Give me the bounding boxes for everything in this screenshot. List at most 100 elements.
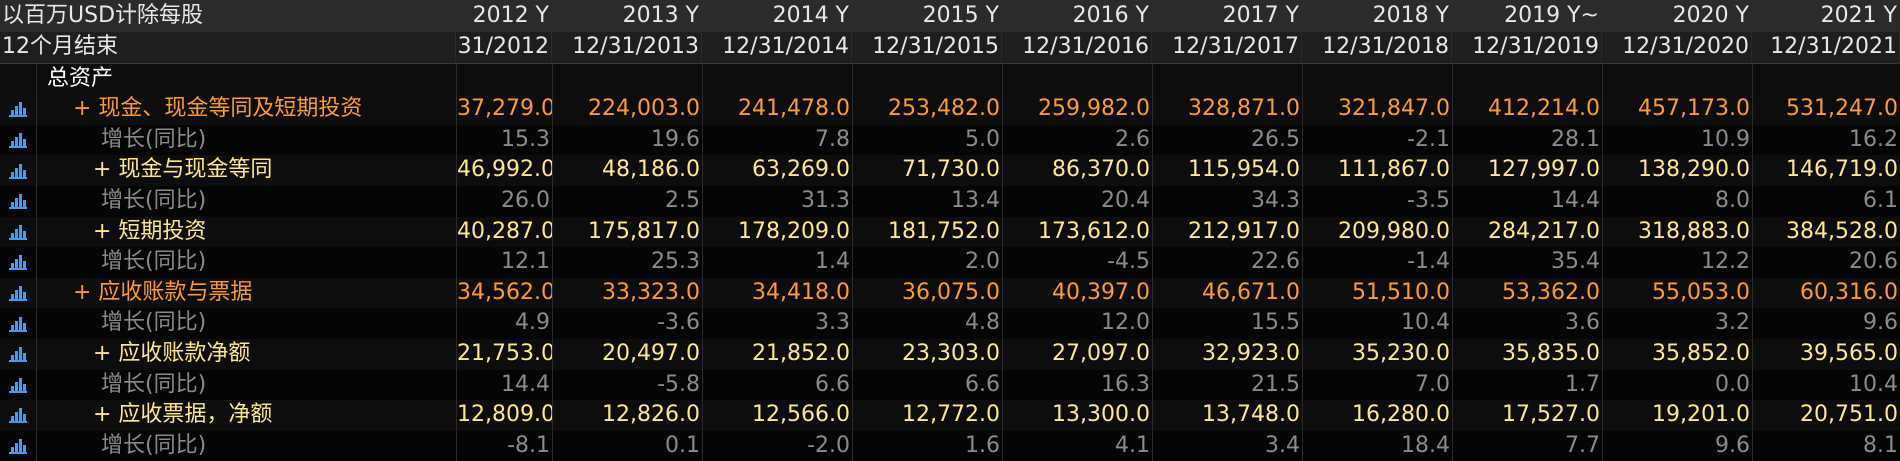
value-cell[interactable]: 2.5 bbox=[553, 185, 703, 217]
value-cell[interactable]: 35,852.0 bbox=[1603, 338, 1753, 370]
value-cell[interactable]: 2.6 bbox=[1003, 124, 1153, 156]
chart-bar-icon[interactable] bbox=[0, 308, 37, 339]
year-header-4[interactable]: 2016 Y bbox=[1002, 0, 1152, 32]
value-cell[interactable]: -1.4 bbox=[1303, 247, 1453, 278]
value-cell[interactable]: 318,883.0 bbox=[1603, 216, 1753, 248]
value-cell[interactable]: 284,217.0 bbox=[1453, 216, 1603, 248]
year-header-0[interactable]: 2012 Y bbox=[456, 0, 552, 32]
value-cell[interactable]: 7.8 bbox=[703, 124, 853, 156]
value-cell[interactable]: 5.0 bbox=[853, 124, 1003, 156]
value-cell[interactable]: 4.8 bbox=[853, 308, 1003, 339]
table-row[interactable]: 增长(同比) 26.0 2.5 31.3 13.4 20.4 34.3 -3.5 14.4 8.0… bbox=[0, 185, 1900, 217]
value-cell[interactable]: -5.8 bbox=[553, 369, 703, 401]
value-cell[interactable]: 1.7 bbox=[1453, 369, 1603, 401]
value-cell[interactable]: 34,562.0 bbox=[457, 277, 553, 309]
value-cell[interactable]: 10.9 bbox=[1603, 124, 1753, 156]
chart-bar-icon[interactable] bbox=[0, 94, 37, 125]
value-cell[interactable]: 23,303.0 bbox=[853, 338, 1003, 370]
value-cell[interactable]: 35.4 bbox=[1453, 247, 1603, 278]
table-row[interactable]: + 应收账款与票据 34,562.0 33,323.0 34,418.0 36,075.… bbox=[0, 277, 1900, 309]
value-cell[interactable]: 12,566.0 bbox=[703, 400, 853, 431]
table-row[interactable]: + 应收账款净额 21,753.0 20,497.0 21,852.0 23,303.0… bbox=[0, 338, 1900, 370]
value-cell[interactable]: 212,917.0 bbox=[1153, 216, 1303, 248]
value-cell[interactable]: 10.4 bbox=[1303, 308, 1453, 339]
value-cell[interactable]: 51,510.0 bbox=[1303, 277, 1453, 309]
value-cell[interactable]: 35,835.0 bbox=[1453, 338, 1603, 370]
table-row[interactable]: 增长(同比) 14.4 -5.8 6.6 6.6 16.3 21.5 7.0 1.7 0.0 10.… bbox=[0, 369, 1900, 401]
table-row[interactable]: + 现金与现金等同 46,992.0 48,186.0 63,269.0 71,730.… bbox=[0, 155, 1900, 186]
value-cell[interactable]: -2.0 bbox=[703, 430, 853, 461]
value-cell[interactable]: 13.4 bbox=[853, 185, 1003, 217]
value-cell[interactable]: 0.0 bbox=[1603, 369, 1753, 401]
value-cell[interactable]: 13,748.0 bbox=[1153, 400, 1303, 431]
value-cell[interactable]: 55,053.0 bbox=[1603, 277, 1753, 309]
value-cell[interactable]: 12,772.0 bbox=[853, 400, 1003, 431]
value-cell[interactable]: 146,719.0 bbox=[1753, 155, 1900, 186]
value-cell[interactable]: 71,730.0 bbox=[853, 155, 1003, 186]
value-cell[interactable]: 17,527.0 bbox=[1453, 400, 1603, 431]
value-cell[interactable]: 7.0 bbox=[1303, 369, 1453, 401]
value-cell[interactable]: 20,751.0 bbox=[1753, 400, 1900, 431]
value-cell[interactable]: 3.3 bbox=[703, 308, 853, 339]
value-cell[interactable]: 1.4 bbox=[703, 247, 853, 278]
chart-bar-icon[interactable] bbox=[0, 277, 37, 309]
value-cell[interactable]: 39,565.0 bbox=[1753, 339, 1900, 370]
value-cell[interactable]: 20.6 bbox=[1753, 247, 1900, 278]
table-row[interactable]: + 现金、现金等同及短期投资 37,279.0 224,003.0 241,478.0… bbox=[0, 94, 1900, 125]
value-cell[interactable]: 253,482.0 bbox=[853, 94, 1003, 125]
chart-bar-icon[interactable] bbox=[0, 124, 37, 156]
value-cell[interactable]: 12.2 bbox=[1603, 247, 1753, 278]
chart-bar-icon[interactable] bbox=[0, 430, 37, 461]
value-cell[interactable]: -3.6 bbox=[553, 308, 703, 339]
line-item-label[interactable]: + 现金与现金等同 bbox=[37, 155, 457, 186]
table-row[interactable]: + 应收票据，净额 12,809.0 12,826.0 12,566.0 12,772.… bbox=[0, 400, 1900, 431]
value-cell[interactable]: 10.4 bbox=[1753, 370, 1900, 401]
year-header-6[interactable]: 2018 Y bbox=[1302, 0, 1452, 32]
value-cell[interactable]: 19,201.0 bbox=[1603, 400, 1753, 431]
value-cell[interactable]: 40,397.0 bbox=[1003, 277, 1153, 309]
value-cell[interactable]: 28.1 bbox=[1453, 124, 1603, 156]
value-cell[interactable]: 14.4 bbox=[1453, 185, 1603, 217]
value-cell[interactable]: 175,817.0 bbox=[553, 216, 703, 248]
value-cell[interactable]: 48,186.0 bbox=[553, 155, 703, 186]
value-cell[interactable]: 16.2 bbox=[1753, 125, 1900, 156]
value-cell[interactable]: 46,992.0 bbox=[457, 155, 553, 186]
chart-bar-icon[interactable] bbox=[0, 400, 37, 431]
value-cell[interactable]: 46,671.0 bbox=[1153, 277, 1303, 309]
value-cell[interactable]: 224,003.0 bbox=[553, 94, 703, 125]
value-cell[interactable]: 6.6 bbox=[703, 369, 853, 401]
value-cell[interactable]: 20,497.0 bbox=[553, 338, 703, 370]
value-cell[interactable]: 35,230.0 bbox=[1303, 338, 1453, 370]
value-cell[interactable]: 457,173.0 bbox=[1603, 94, 1753, 125]
value-cell[interactable]: 14.4 bbox=[457, 369, 553, 401]
value-cell[interactable]: 6.6 bbox=[853, 369, 1003, 401]
value-cell[interactable]: 9.6 bbox=[1753, 308, 1900, 339]
value-cell[interactable]: 7.7 bbox=[1453, 430, 1603, 461]
table-row[interactable]: 增长(同比) 4.9 -3.6 3.3 4.8 12.0 15.5 10.4 3.6 3.2 9.6 bbox=[0, 308, 1900, 339]
chart-bar-icon[interactable] bbox=[0, 247, 37, 278]
value-cell[interactable]: 6.1 bbox=[1753, 186, 1900, 217]
value-cell[interactable]: 25.3 bbox=[553, 247, 703, 278]
year-header-3[interactable]: 2015 Y bbox=[852, 0, 1002, 32]
value-cell[interactable]: 26.0 bbox=[457, 185, 553, 217]
year-header-1[interactable]: 2013 Y bbox=[552, 0, 702, 32]
value-cell[interactable]: 18.4 bbox=[1303, 430, 1453, 461]
value-cell[interactable]: 384,528.0 bbox=[1753, 217, 1900, 248]
value-cell[interactable]: -8.1 bbox=[457, 430, 553, 461]
value-cell[interactable]: 13,300.0 bbox=[1003, 400, 1153, 431]
year-header-5[interactable]: 2017 Y bbox=[1152, 0, 1302, 32]
value-cell[interactable]: 4.1 bbox=[1003, 430, 1153, 461]
value-cell[interactable]: 1.6 bbox=[853, 430, 1003, 461]
chart-bar-icon[interactable] bbox=[0, 216, 37, 248]
value-cell[interactable]: 321,847.0 bbox=[1303, 94, 1453, 125]
value-cell[interactable]: 209,980.0 bbox=[1303, 216, 1453, 248]
year-header-9[interactable]: 2021 Y bbox=[1752, 0, 1900, 32]
value-cell[interactable]: 36,075.0 bbox=[853, 277, 1003, 309]
value-cell[interactable]: 3.6 bbox=[1453, 308, 1603, 339]
value-cell[interactable]: -2.1 bbox=[1303, 124, 1453, 156]
chart-bar-icon[interactable] bbox=[0, 338, 37, 370]
value-cell[interactable]: 15.5 bbox=[1153, 308, 1303, 339]
value-cell[interactable]: 31.3 bbox=[703, 185, 853, 217]
line-item-label[interactable]: + 应收票据，净额 bbox=[37, 400, 457, 431]
value-cell[interactable]: 26.5 bbox=[1153, 124, 1303, 156]
